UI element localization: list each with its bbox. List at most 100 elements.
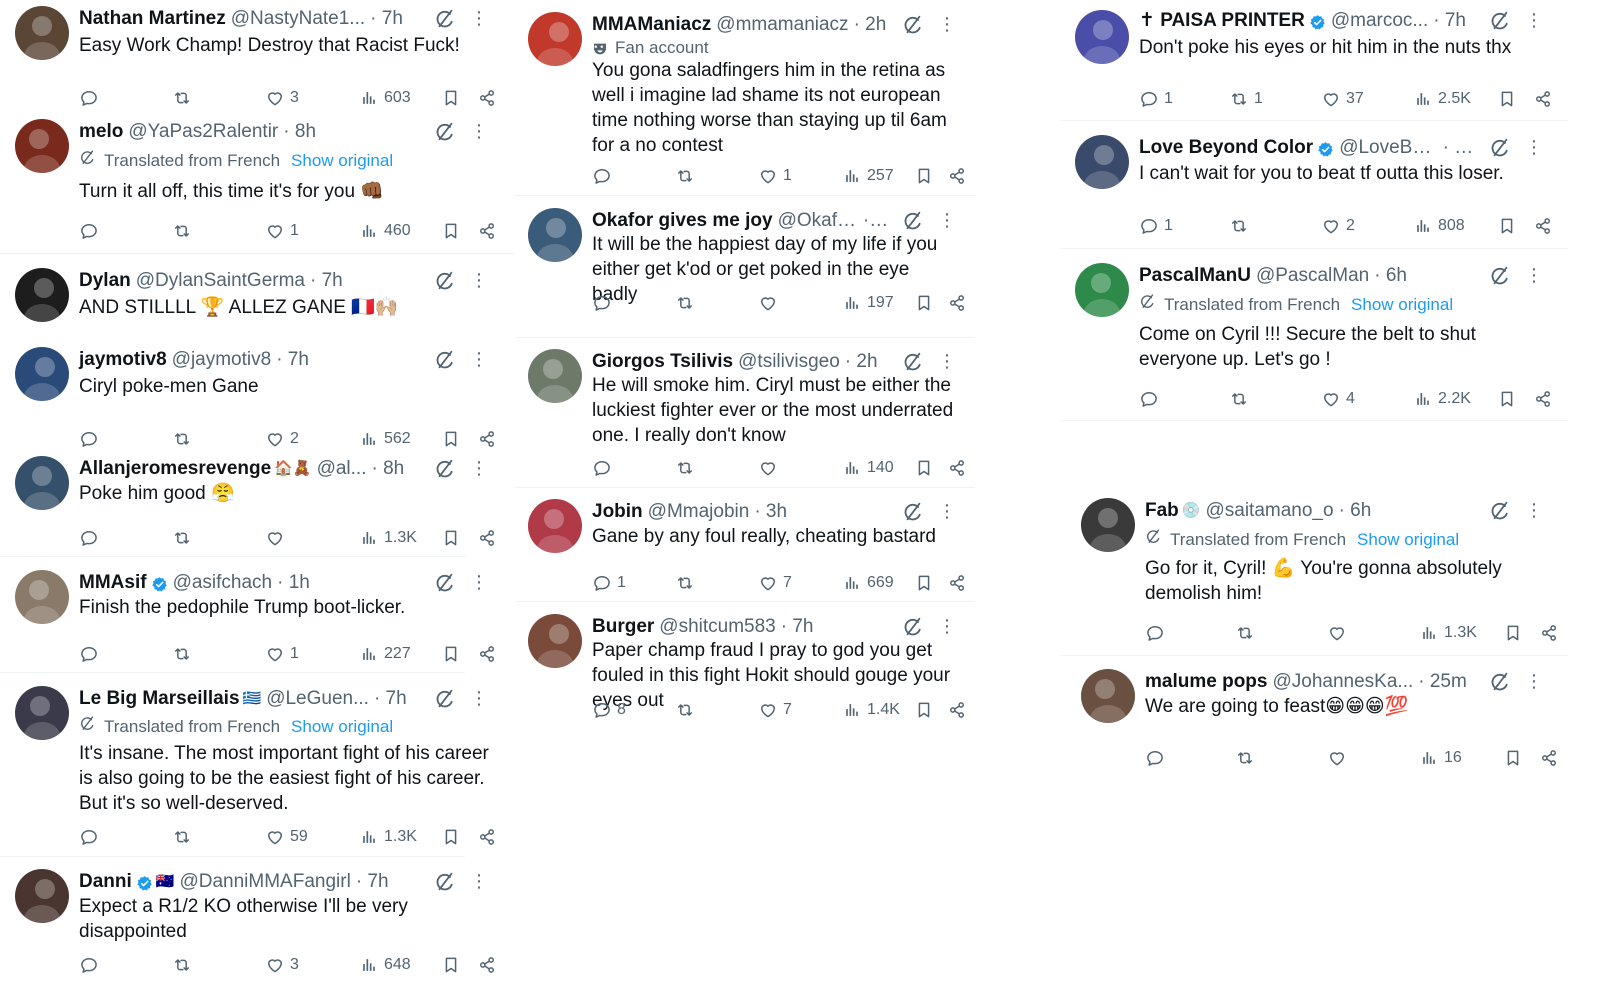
bookmark-button[interactable] [1503,745,1528,771]
handle[interactable]: @al... [317,456,367,482]
bookmark-button[interactable] [441,218,466,244]
show-original-link[interactable]: Show original [291,148,393,174]
views-button[interactable]: 669 [842,570,894,596]
timestamp[interactable]: · 3h [754,499,787,525]
bookmark-button[interactable] [441,426,466,452]
reply-button[interactable]: 1 [1139,86,1173,112]
avatar[interactable] [15,570,69,624]
display-name[interactable]: Love Beyond Color [1139,135,1313,161]
share-button[interactable] [477,952,502,978]
avatar[interactable] [528,614,582,668]
more-options-icon[interactable]: ⋮ [470,119,488,145]
like-button[interactable] [758,290,783,316]
share-button[interactable] [1539,620,1564,646]
reply-button[interactable] [592,455,617,481]
more-options-icon[interactable]: ⋮ [938,349,956,375]
like-button[interactable] [1327,620,1352,646]
avatar[interactable] [15,268,69,322]
avatar[interactable] [15,456,69,510]
reply-button[interactable] [79,641,104,667]
bookmark-button[interactable] [441,525,466,551]
timestamp[interactable]: · 1h [277,570,310,596]
share-button[interactable] [947,455,972,481]
show-original-link[interactable]: Show original [1357,527,1459,553]
tweet[interactable]: PascalManU @PascalMan · 6h ⋮ Translated from… [1075,263,1555,407]
more-options-icon[interactable]: ⋮ [1525,8,1543,34]
share-button[interactable] [947,697,972,723]
handle[interactable]: @saitamano_o [1205,498,1333,524]
bookmark-button[interactable] [441,85,466,111]
tweet[interactable]: Burger @shitcum583 · 7h ⋮ Paper champ fraud … [528,614,968,718]
views-button[interactable]: 140 [842,455,894,481]
bookmark-button[interactable] [441,824,466,850]
like-button[interactable]: 1 [758,163,792,189]
tweet[interactable]: melo @YaPas2Ralentir · 8h ⋮ Translated from … [15,119,500,239]
like-button[interactable]: 59 [265,824,308,850]
more-options-icon[interactable]: ⋮ [470,570,488,596]
share-button[interactable] [477,85,502,111]
retweet-button[interactable] [1235,620,1260,646]
bookmark-button[interactable] [441,641,466,667]
grok-icon[interactable] [434,458,456,480]
tweet[interactable]: Fab 💿 @saitamano_o · 6h ⋮ Translated from Fre… [1081,498,1556,641]
reply-button[interactable] [79,952,104,978]
retweet-button[interactable] [172,85,197,111]
more-options-icon[interactable]: ⋮ [938,614,956,640]
like-button[interactable]: 2 [265,426,299,452]
like-button[interactable]: 2 [1321,213,1355,239]
views-button[interactable]: 2.2K [1413,386,1471,412]
grok-icon[interactable] [434,349,456,371]
more-options-icon[interactable]: ⋮ [938,12,956,38]
tweet[interactable]: malume pops @JohannesKa... · 25m ⋮ We are go… [1081,669,1556,766]
display-name[interactable]: Dylan [79,268,131,294]
timestamp[interactable]: · 6h [1339,498,1372,524]
display-name[interactable]: Nathan Martinez [79,6,226,32]
tweet[interactable]: ✝ PAISA PRINTER @marcoc... · 7h ⋮ Don't poke… [1075,10,1555,107]
reply-button[interactable] [79,824,104,850]
display-name[interactable]: Burger [592,614,654,640]
handle[interactable]: @mmamaniacz [716,12,848,38]
retweet-button[interactable] [675,290,700,316]
more-options-icon[interactable]: ⋮ [470,869,488,895]
display-name[interactable]: melo [79,119,123,145]
retweet-button[interactable]: 1 [1229,86,1263,112]
views-button[interactable]: 603 [359,85,411,111]
like-button[interactable]: 37 [1321,86,1364,112]
avatar[interactable] [1081,669,1135,723]
grok-icon[interactable] [1489,137,1511,159]
views-button[interactable]: 1.4K [842,697,900,723]
share-button[interactable] [477,824,502,850]
share-button[interactable] [1533,213,1558,239]
retweet-button[interactable] [675,570,700,596]
retweet-button[interactable] [675,697,700,723]
views-button[interactable]: 197 [842,290,894,316]
timestamp[interactable]: · 7h [781,614,814,640]
handle[interactable]: @DylanSaintGerma [136,268,305,294]
retweet-button[interactable] [172,952,197,978]
retweet-button[interactable] [172,218,197,244]
timestamp[interactable]: · 8h [1443,135,1475,161]
share-button[interactable] [477,641,502,667]
tweet[interactable]: Allanjeromesrevenge 🏠🧸 @al... · 8h ⋮ Poke him… [15,456,500,546]
like-button[interactable]: 7 [758,570,792,596]
grok-icon[interactable] [1489,10,1511,32]
tweet[interactable]: MMAsif @asifchach · 1h ⋮ Finish the pedophil… [15,570,500,662]
views-button[interactable]: 1.3K [1419,620,1477,646]
timestamp[interactable]: · 8h [371,456,404,482]
handle[interactable]: @jaymotiv8 [172,347,272,373]
more-options-icon[interactable]: ⋮ [470,347,488,373]
like-button[interactable]: 3 [265,952,299,978]
tweet[interactable]: Okafor gives me joy@OkaforS...· 4h⋮It wi… [528,208,968,311]
views-button[interactable]: 257 [842,163,894,189]
like-button[interactable]: 3 [265,85,299,111]
bookmark-button[interactable] [1497,386,1522,412]
grok-icon[interactable] [1489,265,1511,287]
share-button[interactable] [1533,386,1558,412]
bookmark-button[interactable] [1503,620,1528,646]
handle[interactable]: @tsilivisgeo [738,349,840,375]
bookmark-button[interactable] [914,570,939,596]
like-button[interactable]: 1 [265,218,299,244]
avatar[interactable] [15,869,69,923]
more-options-icon[interactable]: ⋮ [1525,263,1543,289]
avatar[interactable] [15,686,69,740]
